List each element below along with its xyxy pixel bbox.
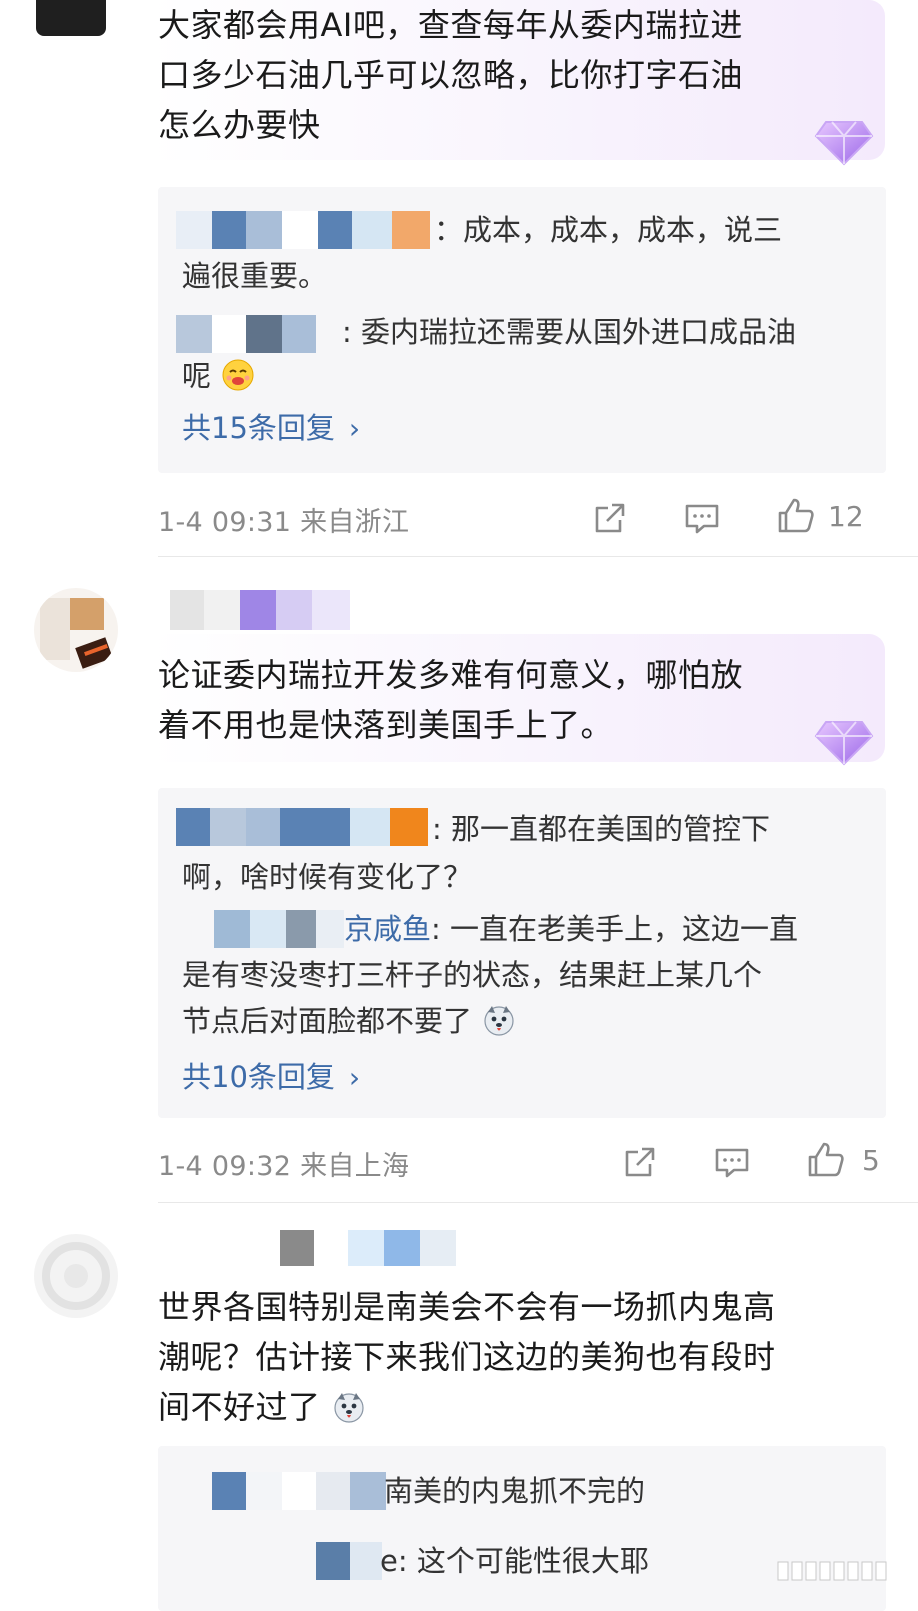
comment-body-line: 口多少石油几乎可以忽略，比你打字石油 [158, 56, 744, 94]
reply-text-line: 啊，啥时候有变化了？ [182, 860, 473, 894]
default-avatar-icon [42, 1242, 110, 1310]
comment-body-line: 着不用也是快落到美国手上了。 [158, 706, 614, 744]
share-icon[interactable] [590, 498, 630, 538]
thumbs-up-icon[interactable] [806, 1140, 846, 1180]
username-mosaic[interactable] [144, 590, 350, 630]
comment-divider [158, 556, 918, 557]
reply-text-line: : 一直在老美手上，这边一直 [431, 912, 799, 946]
more-replies-label: 共15条回复 [182, 411, 335, 445]
comment-body-line: 大家都会用AI吧，查查每年从委内瑞拉进 [158, 6, 743, 44]
like-count: 12 [828, 500, 864, 533]
comment-body-line-text: 间不好过了 [158, 1388, 321, 1426]
username-mosaic [176, 211, 430, 249]
reply-text-line: ：成本，成本，成本，说三 [434, 213, 783, 247]
reply-preview-box[interactable]: : 那一直都在美国的管控下 啊，啥时候有变化了？ 京咸鱼: 一直在老美手上，这边… [158, 788, 886, 1118]
watermark-logo [776, 1560, 896, 1582]
like-count: 5 [862, 1144, 880, 1177]
more-replies-link[interactable]: 共10条回复 › [182, 1054, 360, 1096]
reply-username[interactable]: 京咸鱼 [344, 912, 431, 946]
comment-body-line: 潮呢？估计接下来我们这边的美狗也有段时 [158, 1338, 776, 1376]
reply-text-line: e: 这个可能性很大耶 [380, 1544, 649, 1578]
reply-text: 是有枣没枣打三杆子的状态，结果赶上某几个 [182, 952, 866, 998]
comment-body-line: 怎么办要快 [158, 106, 321, 144]
reply-text: 南美的内鬼抓不完的 [384, 1468, 866, 1514]
username-mosaic [214, 910, 344, 948]
comment-meta: 1-4 09:32 来自上海 [158, 1151, 410, 1182]
avatar[interactable] [34, 588, 118, 672]
comment-body-line: 论证委内瑞拉开发多难有何意义，哪怕放 [158, 656, 744, 694]
reply-text: : 委内瑞拉还需要从国外进口成品油 [342, 309, 866, 355]
share-icon[interactable] [620, 1142, 660, 1182]
reply-preview-box[interactable]: 南美的内鬼抓不完的 e: 这个可能性很大耶 [158, 1446, 886, 1611]
comment-body-line: 世界各国特别是南美会不会有一场抓内鬼高 [158, 1288, 776, 1326]
laughing-emoji-icon [222, 359, 254, 391]
comment-body-line: 间不好过了 [158, 1382, 776, 1432]
reply-text-line: 是有枣没枣打三杆子的状态，结果赶上某几个 [182, 958, 763, 992]
comment-body: 世界各国特别是南美会不会有一场抓内鬼高 潮呢？估计接下来我们这边的美狗也有段时 … [158, 1282, 776, 1432]
comment-icon[interactable] [682, 498, 722, 538]
username-mosaic[interactable] [156, 1230, 456, 1266]
thumbs-up-icon[interactable] [776, 496, 816, 536]
reply-text-line: 节点后对面脸都不要了 [182, 1004, 473, 1038]
husky-dog-emoji-icon [484, 1006, 514, 1036]
username-mosaic [176, 808, 428, 846]
reply-text-line: : 那一直都在美国的管控下 [432, 812, 770, 846]
chevron-right-icon: › [348, 412, 361, 445]
husky-dog-emoji-icon [334, 1393, 364, 1423]
diamond-badge-icon [814, 121, 874, 166]
reply-preview-box[interactable]: ：成本，成本，成本，说三 遍很重要。 : 委内瑞拉还需要从国外进口成品油 呢 共… [158, 187, 886, 473]
diamond-badge-icon [814, 721, 874, 766]
username-mosaic [212, 1472, 388, 1510]
reply-text: 呢 [182, 353, 866, 399]
comment-meta: 1-4 09:31 来自浙江 [158, 507, 410, 538]
username-mosaic [176, 315, 340, 353]
reply-text: 遍很重要。 [182, 253, 866, 299]
reply-text-line: : 委内瑞拉还需要从国外进口成品油 [342, 315, 796, 349]
reply-text-line: 遍很重要。 [182, 259, 328, 293]
more-replies-link[interactable]: 共15条回复 › [182, 405, 360, 447]
comment-icon[interactable] [712, 1142, 752, 1182]
reply-text: 京咸鱼: 一直在老美手上，这边一直 [344, 906, 866, 952]
more-replies-label: 共10条回复 [182, 1060, 335, 1094]
comment-body: 论证委内瑞拉开发多难有何意义，哪怕放 着不用也是快落到美国手上了。 [158, 650, 743, 750]
reply-text: 节点后对面脸都不要了 [182, 998, 866, 1044]
reply-text: 啊，啥时候有变化了？ [182, 854, 866, 900]
reply-text: ：成本，成本，成本，说三 [434, 207, 866, 253]
username-mosaic [316, 1542, 382, 1580]
reply-text-line: 南美的内鬼抓不完的 [384, 1474, 646, 1508]
chevron-right-icon: › [348, 1061, 361, 1094]
reply-text: : 那一直都在美国的管控下 [432, 806, 866, 852]
comment-divider [158, 1202, 918, 1203]
comment-body: 大家都会用AI吧，查查每年从委内瑞拉进 口多少石油几乎可以忽略，比你打字石油 怎… [158, 0, 743, 150]
reply-text-line: 呢 [182, 359, 212, 393]
avatar[interactable] [36, 0, 106, 36]
avatar[interactable] [34, 1234, 118, 1318]
